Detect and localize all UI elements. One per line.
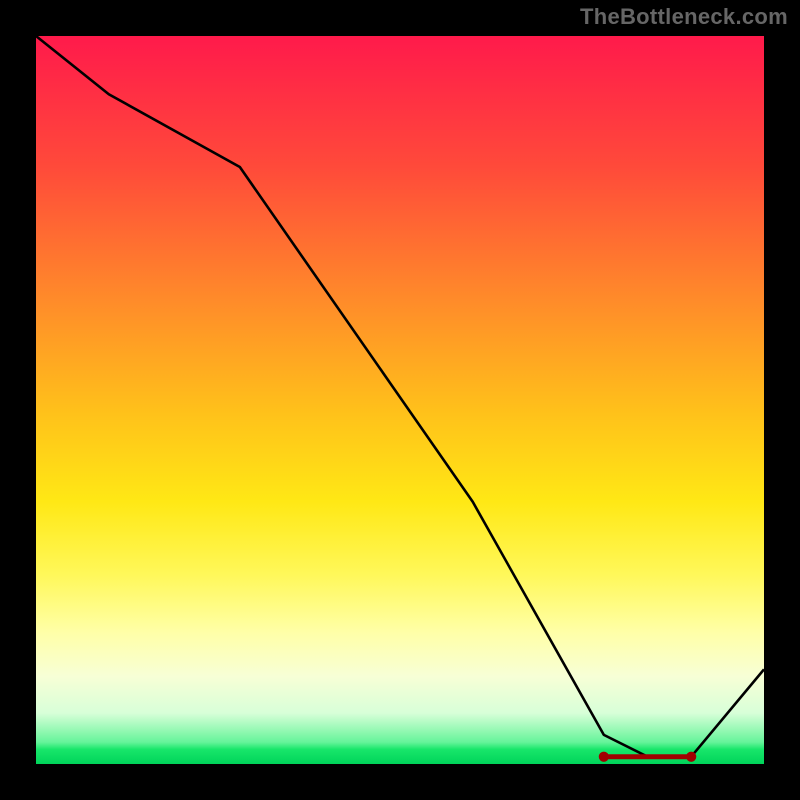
plot-area [36, 36, 764, 764]
watermark-text: TheBottleneck.com [580, 4, 788, 30]
bottleneck-curve-line [36, 36, 764, 757]
chart-frame: TheBottleneck.com [0, 0, 800, 800]
chart-svg [36, 36, 764, 764]
optimal-range-dot-right [686, 752, 696, 762]
optimal-range-dot-left [599, 752, 609, 762]
